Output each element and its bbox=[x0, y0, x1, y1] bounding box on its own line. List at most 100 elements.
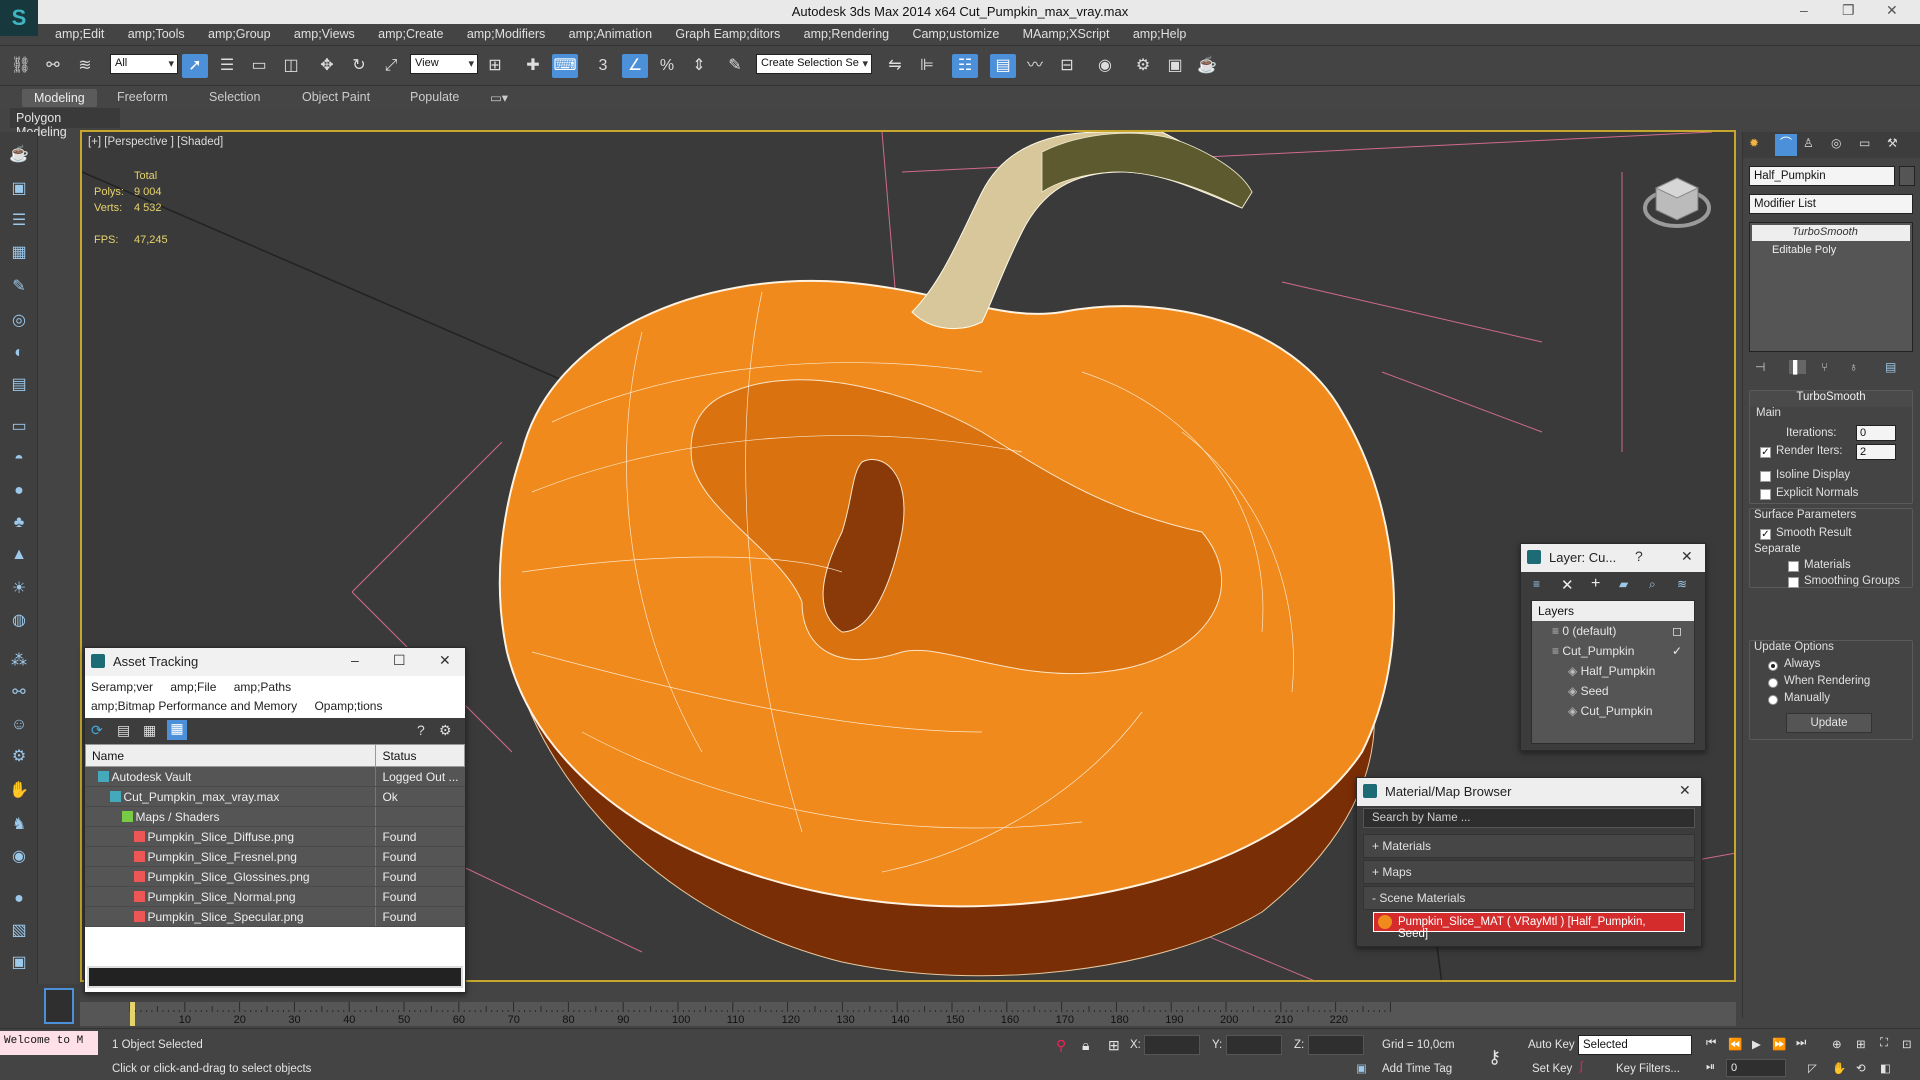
zoom-icon[interactable]: ⊕ bbox=[1832, 1037, 1842, 1051]
menu-help[interactable]: amp;Help bbox=[1123, 24, 1197, 41]
menu-graph-editors[interactable]: Graph Eamp;ditors bbox=[665, 24, 790, 41]
close-icon[interactable]: ✕ bbox=[1681, 548, 1693, 565]
table-row[interactable]: Cut_Pumpkin_max_vray.max Ok bbox=[85, 786, 465, 807]
menu-bitmap-performance[interactable]: amp;Bitmap Performance and Memory bbox=[91, 699, 297, 713]
tab-modeling[interactable]: Modeling bbox=[22, 89, 97, 107]
remove-modifier-icon[interactable]: ♁ bbox=[1849, 360, 1858, 374]
render-iters-spinner[interactable]: 2 bbox=[1856, 444, 1896, 460]
table-row[interactable]: Pumpkin_Slice_Glossines.png Found bbox=[85, 866, 465, 887]
angle-snap-icon[interactable]: ∠ bbox=[622, 54, 648, 78]
pivot-center-icon[interactable]: ⊞ bbox=[482, 54, 508, 78]
show-end-result-icon[interactable]: ▌ bbox=[1789, 360, 1806, 374]
menu-file[interactable]: amp;File bbox=[170, 680, 216, 694]
layer-row[interactable]: ≡ 0 (default) ◻ bbox=[1532, 621, 1694, 641]
menu-views[interactable]: amp;Views bbox=[284, 24, 365, 41]
menu-create[interactable]: amp;Create bbox=[368, 24, 453, 41]
pin-stack-icon[interactable]: ⊣ bbox=[1755, 360, 1765, 374]
group-scene-materials[interactable]: - Scene Materials bbox=[1363, 886, 1695, 910]
hp-icon[interactable]: ♞ bbox=[6, 812, 32, 838]
settings-icon[interactable]: ⚙ bbox=[439, 722, 452, 739]
isoline-checkbox[interactable] bbox=[1760, 471, 1771, 482]
tab-populate[interactable]: Populate bbox=[410, 90, 459, 104]
explicit-normals-checkbox[interactable] bbox=[1760, 489, 1771, 500]
chain-icon[interactable]: ⚯ bbox=[6, 680, 32, 706]
material-search-input[interactable]: Search by Name ... bbox=[1363, 808, 1695, 828]
stack-item-editable-poly[interactable]: Editable Poly bbox=[1750, 243, 1912, 259]
add-layer-icon[interactable]: + bbox=[1591, 575, 1600, 593]
tab-object-paint[interactable]: Object Paint bbox=[302, 90, 370, 104]
asset-tracking-titlebar[interactable]: Asset Tracking – ☐ ✕ bbox=[85, 648, 465, 676]
zoom-extents-icon[interactable]: ⛶ bbox=[1880, 1037, 1888, 1050]
layer-visibility-icon[interactable]: ◻ bbox=[1672, 624, 1682, 638]
table-row[interactable]: Pumpkin_Slice_Normal.png Found bbox=[85, 886, 465, 907]
orbit-icon[interactable]: ⟲ bbox=[1856, 1061, 1866, 1075]
close-icon[interactable]: ✕ bbox=[1679, 782, 1691, 799]
grid-icon[interactable]: ▦ bbox=[6, 240, 32, 266]
prev-frame-icon[interactable]: ⏪ bbox=[1728, 1037, 1742, 1051]
layer-row[interactable]: ◈ Seed bbox=[1532, 681, 1694, 701]
sphere-blue-icon[interactable]: ● bbox=[6, 886, 32, 912]
app-logo-icon[interactable]: S bbox=[0, 0, 38, 36]
close-icon[interactable]: ✕ bbox=[439, 652, 451, 669]
menu-group[interactable]: amp;Group bbox=[198, 24, 281, 41]
maximize-icon[interactable]: ❐ bbox=[1842, 2, 1855, 19]
rect-selection-icon[interactable]: ▭ bbox=[246, 54, 272, 78]
ball-icon[interactable]: ● bbox=[6, 478, 32, 504]
x-coordinate-input[interactable] bbox=[1144, 1035, 1200, 1055]
play-icon[interactable]: ▶ bbox=[1752, 1037, 1761, 1051]
modifier-list-dropdown[interactable]: Modifier List bbox=[1749, 194, 1913, 214]
sphere-icon[interactable]: ◐ bbox=[6, 340, 32, 366]
minimize-icon[interactable]: – bbox=[1800, 2, 1808, 18]
help-icon[interactable]: ? bbox=[1635, 548, 1643, 564]
ribbon-options-icon[interactable]: ▭▾ bbox=[490, 90, 508, 105]
table-view-icon[interactable]: ▦ bbox=[167, 720, 187, 740]
menu-options[interactable]: Opamp;tions bbox=[314, 699, 382, 713]
tree-icon[interactable]: ♣ bbox=[6, 510, 32, 536]
help-icon[interactable]: ? bbox=[417, 722, 425, 738]
bind-space-warp-icon[interactable]: ≋ bbox=[72, 54, 98, 78]
window-crossing-icon[interactable]: ◫ bbox=[278, 54, 304, 78]
utilities-tab-icon[interactable]: ⚒ bbox=[1887, 136, 1898, 150]
pan-icon[interactable]: ✋ bbox=[1832, 1061, 1846, 1075]
update-button[interactable]: Update bbox=[1786, 713, 1872, 733]
hemisphere-icon[interactable]: ◓ bbox=[6, 446, 32, 472]
minimize-icon[interactable]: – bbox=[351, 652, 359, 668]
select-by-name-icon[interactable]: ☰ bbox=[214, 54, 240, 78]
percent-snap-icon[interactable]: % bbox=[654, 54, 680, 78]
isolate-icon[interactable]: ⚲ bbox=[1056, 1037, 1066, 1054]
scene-material-item[interactable]: Pumpkin_Slice_MAT ( VRayMtl ) [Half_Pump… bbox=[1373, 912, 1685, 940]
edit-named-selection-icon[interactable]: ✎ bbox=[722, 54, 748, 78]
asset-path-field[interactable] bbox=[87, 966, 463, 988]
viewport-label[interactable]: [+] [Perspective ] [Shaded] bbox=[88, 136, 223, 148]
tab-selection[interactable]: Selection bbox=[209, 90, 260, 104]
configure-sets-icon[interactable]: ▤ bbox=[1885, 360, 1896, 374]
disc-icon[interactable]: ◍ bbox=[6, 608, 32, 634]
close-icon[interactable]: ✕ bbox=[1886, 2, 1898, 19]
mini-listener-toggle[interactable] bbox=[44, 988, 74, 1024]
snaps-toggle-icon[interactable]: 3 bbox=[590, 54, 616, 78]
menu-rendering[interactable]: amp;Rendering bbox=[794, 24, 899, 41]
selection-filter-dropdown[interactable]: All bbox=[110, 54, 178, 74]
iterations-spinner[interactable]: 0 bbox=[1856, 425, 1896, 441]
display-tab-icon[interactable]: ▭ bbox=[1859, 136, 1870, 150]
keyboard-shortcut-icon[interactable]: ⌨ bbox=[552, 54, 578, 78]
create-tab-icon[interactable]: ✹ bbox=[1749, 136, 1759, 150]
key-icon[interactable]: ⚷ bbox=[1488, 1047, 1501, 1068]
unlink-icon[interactable]: ⚯ bbox=[40, 54, 66, 78]
active-layer-check-icon[interactable]: ✓ bbox=[1672, 644, 1682, 658]
sun-icon[interactable]: ☀ bbox=[6, 576, 32, 602]
menu-tools[interactable]: amp;Tools bbox=[118, 24, 195, 41]
maximize-viewport-icon[interactable]: ◧ bbox=[1880, 1061, 1891, 1075]
named-selection-dropdown[interactable]: Create Selection Se bbox=[756, 54, 872, 74]
column-status[interactable]: Status bbox=[375, 744, 465, 767]
layer-row[interactable]: ≡ Cut_Pumpkin ✓ bbox=[1532, 641, 1694, 661]
smooth-result-checkbox[interactable]: ✓ bbox=[1760, 529, 1771, 540]
select-layer-icon[interactable]: ▰ bbox=[1619, 577, 1628, 591]
modify-tab-icon[interactable]: ⌒ bbox=[1775, 134, 1797, 156]
render-setup-icon[interactable]: ⚙ bbox=[1130, 54, 1156, 78]
go-to-start-icon[interactable]: ⏮ bbox=[1706, 1037, 1716, 1050]
ribbon-toggle-icon[interactable]: ▤ bbox=[990, 54, 1016, 78]
lock-icon[interactable]: 🔒︎ bbox=[1082, 1037, 1089, 1054]
tree-view-icon[interactable]: ▦ bbox=[143, 722, 156, 739]
curve-icon[interactable]: ʃ bbox=[1580, 1061, 1583, 1073]
